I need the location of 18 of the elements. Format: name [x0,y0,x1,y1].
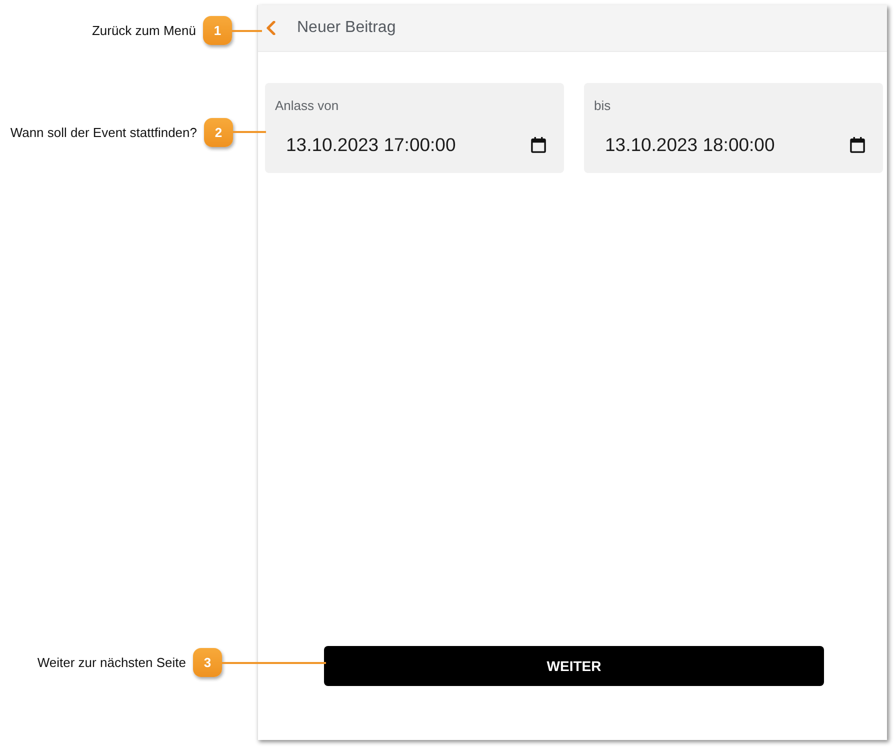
field-label: Anlass von [275,98,339,114]
callout-text: Weiter zur nächsten Seite [37,655,186,670]
field-value: 13.10.2023 17:00:00 [286,134,456,156]
callout-text: Zurück zum Menü [92,23,196,38]
callout-badge: 3 [193,648,222,677]
field-value: 13.10.2023 18:00:00 [605,134,775,156]
calendar-icon[interactable] [850,137,865,153]
field-label: bis [594,98,611,114]
leader-line [233,131,266,132]
callout-badge: 1 [203,16,232,45]
leader-line [232,30,262,32]
next-button[interactable]: WEITER [324,646,824,686]
date-time-field[interactable]: bis 13.10.2023 18:00:00 [584,83,883,173]
calendar-icon[interactable] [531,137,546,153]
callout-badge: 2 [204,118,233,147]
page-title: Neuer Beitrag [297,19,396,37]
date-time-field[interactable]: Anlass von 13.10.2023 17:00:00 [265,83,564,173]
callout-text: Wann soll der Event stattfinden? [10,125,197,140]
